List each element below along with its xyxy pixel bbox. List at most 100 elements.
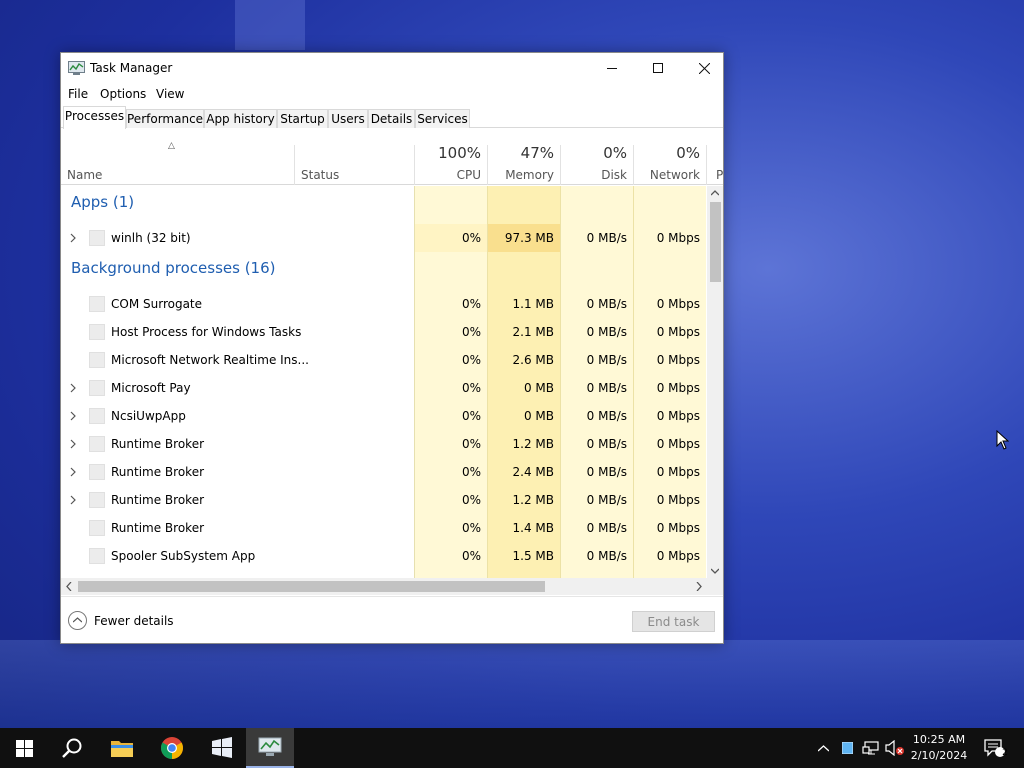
vertical-scrollbar[interactable]: [707, 186, 723, 578]
group-header-apps[interactable]: Apps (1): [61, 186, 707, 214]
process-cpu: 0%: [461, 381, 481, 395]
process-name: Spooler SubSystem App: [111, 549, 256, 563]
process-name: Microsoft Network Realtime Ins...: [111, 353, 309, 367]
tab-details[interactable]: Details: [368, 109, 415, 128]
process-row[interactable]: Runtime Broker 0% 1.4 MB 0 MB/s 0 Mbps: [61, 514, 707, 542]
process-disk: 0 MB/s: [586, 325, 627, 339]
horizontal-scroll-thumb[interactable]: [78, 581, 545, 592]
column-name[interactable]: Name: [61, 142, 294, 185]
start-icon: [15, 739, 33, 757]
expand-chevron-icon[interactable]: [68, 438, 78, 450]
process-row[interactable]: Runtime Broker 0% 1.2 MB 0 MB/s 0 Mbps: [61, 486, 707, 514]
column-cpu[interactable]: 100% CPU: [414, 142, 487, 185]
process-memory: 2.1 MB: [512, 325, 554, 339]
file-explorer-button[interactable]: [98, 728, 146, 768]
process-network: 0 Mbps: [656, 465, 700, 479]
process-row[interactable]: winlh (32 bit) 0% 97.3 MB 0 MB/s 0 Mbps: [61, 224, 707, 252]
volume-tray-button[interactable]: [883, 728, 907, 768]
memory-total: 47%: [520, 144, 554, 162]
process-row[interactable]: Host Process for Windows Tasks 0% 2.1 MB 0 …: [61, 318, 707, 346]
process-name: Microsoft Pay: [111, 381, 191, 395]
tab-users[interactable]: Users: [328, 109, 368, 128]
process-row[interactable]: Microsoft Pay 0% 0 MB 0 MB/s 0 Mbps: [61, 374, 707, 402]
vertical-scroll-thumb[interactable]: [710, 202, 721, 282]
tab-app-history[interactable]: App history: [204, 109, 277, 128]
expand-chevron-icon[interactable]: [68, 232, 78, 244]
process-network: 0 Mbps: [656, 353, 700, 367]
process-network: 0 Mbps: [656, 437, 700, 451]
tab-performance[interactable]: Performance: [126, 109, 204, 128]
group-header-background[interactable]: Background processes (16): [61, 252, 707, 280]
scroll-right-icon[interactable]: [696, 582, 702, 591]
column-status-label: Status: [301, 168, 340, 182]
process-network: 0 Mbps: [656, 231, 700, 245]
minimize-icon: [607, 68, 617, 69]
desktop-wallpaper-band: [0, 640, 1024, 728]
close-icon: [698, 62, 710, 74]
winlh-button[interactable]: [198, 728, 246, 768]
start-button[interactable]: [0, 728, 48, 768]
process-row[interactable]: Microsoft Network Realtime Ins... 0% 2.6 M…: [61, 346, 707, 374]
clock-time: 10:25 AM: [912, 733, 966, 746]
process-icon: [89, 230, 105, 246]
network-tray-button[interactable]: [859, 728, 883, 768]
tab-services[interactable]: Services: [415, 109, 470, 128]
expand-chevron-icon[interactable]: [68, 494, 78, 506]
process-name: NcsiUwpApp: [111, 409, 186, 423]
process-icon: [89, 380, 105, 396]
task-manager-taskbar-button[interactable]: [246, 728, 294, 768]
expand-chevron-icon[interactable]: [68, 410, 78, 422]
menu-options[interactable]: Options: [100, 87, 146, 101]
process-name: COM Surrogate: [111, 297, 203, 311]
tab-startup[interactable]: Startup: [277, 109, 328, 128]
expand-chevron-icon[interactable]: [68, 466, 78, 478]
fewer-details-icon[interactable]: [68, 611, 87, 630]
column-status[interactable]: Status: [294, 142, 414, 185]
process-network: 0 Mbps: [656, 521, 700, 535]
process-row[interactable]: COM Surrogate 0% 1.1 MB 0 MB/s 0 Mbps: [61, 290, 707, 318]
column-memory[interactable]: 47% Memory: [487, 142, 560, 185]
maximize-button[interactable]: [635, 53, 681, 83]
menu-file[interactable]: File: [68, 87, 88, 101]
scrollbar-corner: [707, 578, 723, 595]
tab-processes[interactable]: Processes: [63, 106, 126, 129]
chrome-icon: [161, 737, 183, 759]
end-task-button[interactable]: End task: [632, 611, 715, 632]
clock[interactable]: 10:25 AM 2/10/2024: [906, 732, 972, 764]
column-power[interactable]: P: [706, 142, 723, 185]
process-row[interactable]: NcsiUwpApp 0% 0 MB 0 MB/s 0 Mbps: [61, 402, 707, 430]
show-hidden-icons-button[interactable]: [812, 728, 834, 768]
process-memory: 1.4 MB: [512, 521, 554, 535]
process-disk: 0 MB/s: [586, 465, 627, 479]
process-network: 0 Mbps: [656, 409, 700, 423]
column-network[interactable]: 0% Network: [633, 142, 706, 185]
clock-date: 2/10/2024: [910, 749, 968, 762]
title-bar[interactable]: Task Manager: [61, 53, 723, 83]
process-disk: 0 MB/s: [586, 493, 627, 507]
scroll-up-icon[interactable]: [711, 190, 719, 196]
search-button[interactable]: [48, 728, 96, 768]
network-label: Network: [649, 168, 700, 182]
footer-bar: Fewer details End task: [61, 596, 723, 643]
task-manager-window: Task Manager File Options View Processes…: [60, 52, 724, 644]
process-network: 0 Mbps: [656, 549, 700, 563]
process-row[interactable]: Runtime Broker 0% 1.2 MB 0 MB/s 0 Mbps: [61, 430, 707, 458]
horizontal-scrollbar[interactable]: [61, 578, 707, 595]
network-icon: [862, 741, 879, 755]
chrome-button[interactable]: [148, 728, 196, 768]
expand-chevron-icon[interactable]: [68, 382, 78, 394]
column-disk[interactable]: 0% Disk: [560, 142, 633, 185]
process-cpu: 0%: [461, 521, 481, 535]
action-center-button[interactable]: 2: [980, 728, 1010, 768]
tray-app-button[interactable]: [836, 728, 858, 768]
task-manager-app-icon: [68, 61, 85, 75]
scroll-down-icon[interactable]: [711, 568, 719, 574]
process-row[interactable]: Spooler SubSystem App 0% 1.5 MB 0 MB/s 0 Mbp…: [61, 542, 707, 570]
menu-view[interactable]: View: [156, 87, 184, 101]
taskbar: 10:25 AM 2/10/2024 2: [0, 728, 1024, 768]
scroll-left-icon[interactable]: [66, 582, 72, 591]
close-button[interactable]: [681, 53, 727, 83]
fewer-details-link[interactable]: Fewer details: [94, 614, 174, 628]
minimize-button[interactable]: [589, 53, 635, 83]
process-row[interactable]: Runtime Broker 0% 2.4 MB 0 MB/s 0 Mbps: [61, 458, 707, 486]
